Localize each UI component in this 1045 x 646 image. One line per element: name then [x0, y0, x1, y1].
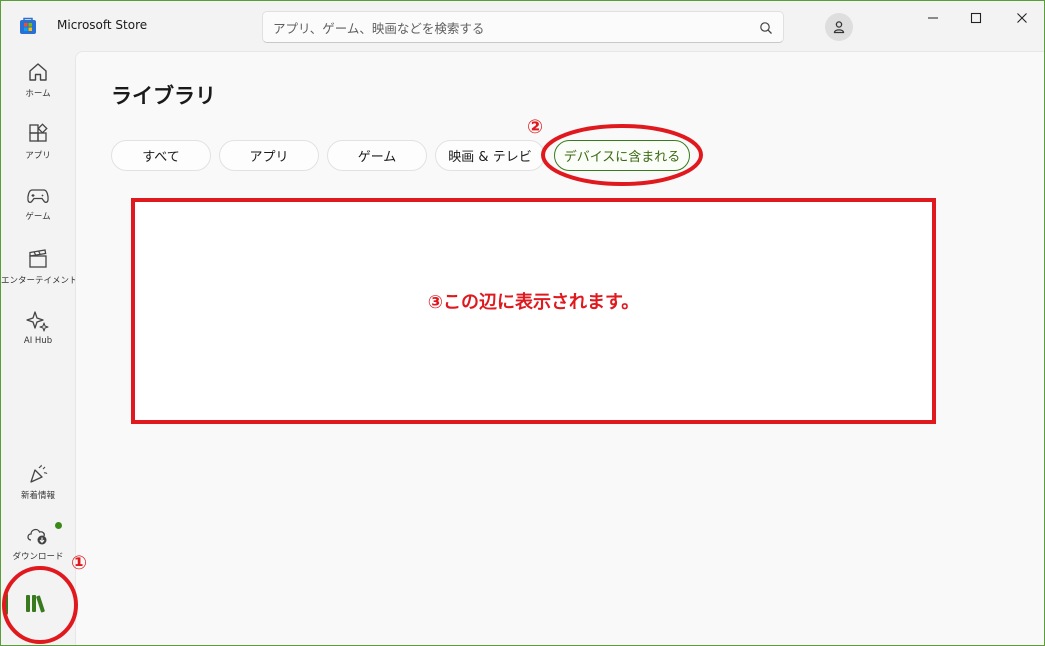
- tab-apps[interactable]: アプリ: [219, 140, 319, 171]
- account-avatar-button[interactable]: [825, 13, 853, 41]
- update-badge: [55, 522, 62, 529]
- sidebar-item-ai-hub[interactable]: AI Hub: [1, 310, 75, 346]
- sidebar-item-entertainment[interactable]: エンターテイメント: [1, 248, 78, 286]
- sidebar-item-games[interactable]: ゲーム: [1, 186, 75, 222]
- sidebar-item-label: ゲーム: [25, 212, 51, 222]
- search-box[interactable]: [262, 11, 784, 43]
- search-input[interactable]: [273, 18, 743, 38]
- close-button[interactable]: [1010, 7, 1034, 29]
- page-title: ライブラリ: [111, 84, 216, 108]
- gamepad-icon: [27, 189, 49, 203]
- close-icon: [1017, 13, 1027, 23]
- annotation-text-3: ③この辺に表示されます。: [427, 292, 640, 313]
- tab-all[interactable]: すべて: [111, 140, 211, 171]
- home-icon: [29, 63, 47, 81]
- store-logo-icon: [20, 17, 36, 34]
- maximize-button[interactable]: [964, 7, 988, 29]
- apps-icon: [29, 123, 48, 142]
- person-icon: [833, 21, 845, 34]
- sidebar-item-downloads[interactable]: ダウンロード: [1, 524, 75, 562]
- annotation-number-2: ②: [527, 116, 544, 138]
- minimize-icon: [928, 17, 938, 19]
- cloud-download-icon: [27, 528, 47, 545]
- sidebar-item-label: エンターテイメント: [1, 276, 78, 286]
- app-window: Microsoft Store アプリ、ゲーム、映画などを検索する ホーム アプ…: [0, 0, 1045, 646]
- party-popper-icon: [30, 464, 48, 483]
- sidebar-item-apps[interactable]: アプリ: [1, 123, 75, 161]
- title-bar: Microsoft Store: [1, 1, 1044, 51]
- maximize-icon: [970, 12, 982, 24]
- annotation-ellipse-1: [2, 566, 78, 644]
- sidebar-item-label: AI Hub: [23, 336, 53, 346]
- clapperboard-icon: [29, 249, 47, 268]
- sparkle-icon: [26, 311, 49, 332]
- search-icon[interactable]: [759, 21, 773, 35]
- annotation-box-3: ③この辺に表示されます。: [131, 198, 936, 424]
- sidebar-item-label: アプリ: [25, 151, 51, 161]
- annotation-ellipse-2: [541, 124, 703, 186]
- sidebar-item-label: ホーム: [25, 89, 51, 99]
- sidebar-item-home[interactable]: ホーム: [1, 61, 75, 99]
- app-title: Microsoft Store: [57, 18, 148, 32]
- sidebar-item-label: ダウンロード: [12, 552, 64, 562]
- sidebar-item-label: 新着情報: [20, 491, 55, 501]
- sidebar-item-whats-new[interactable]: 新着情報: [1, 463, 75, 501]
- annotation-number-1: ①: [71, 552, 88, 574]
- tab-movies-tv[interactable]: 映画 & テレビ: [435, 140, 545, 171]
- minimize-button[interactable]: [921, 7, 945, 29]
- tab-games[interactable]: ゲーム: [327, 140, 427, 171]
